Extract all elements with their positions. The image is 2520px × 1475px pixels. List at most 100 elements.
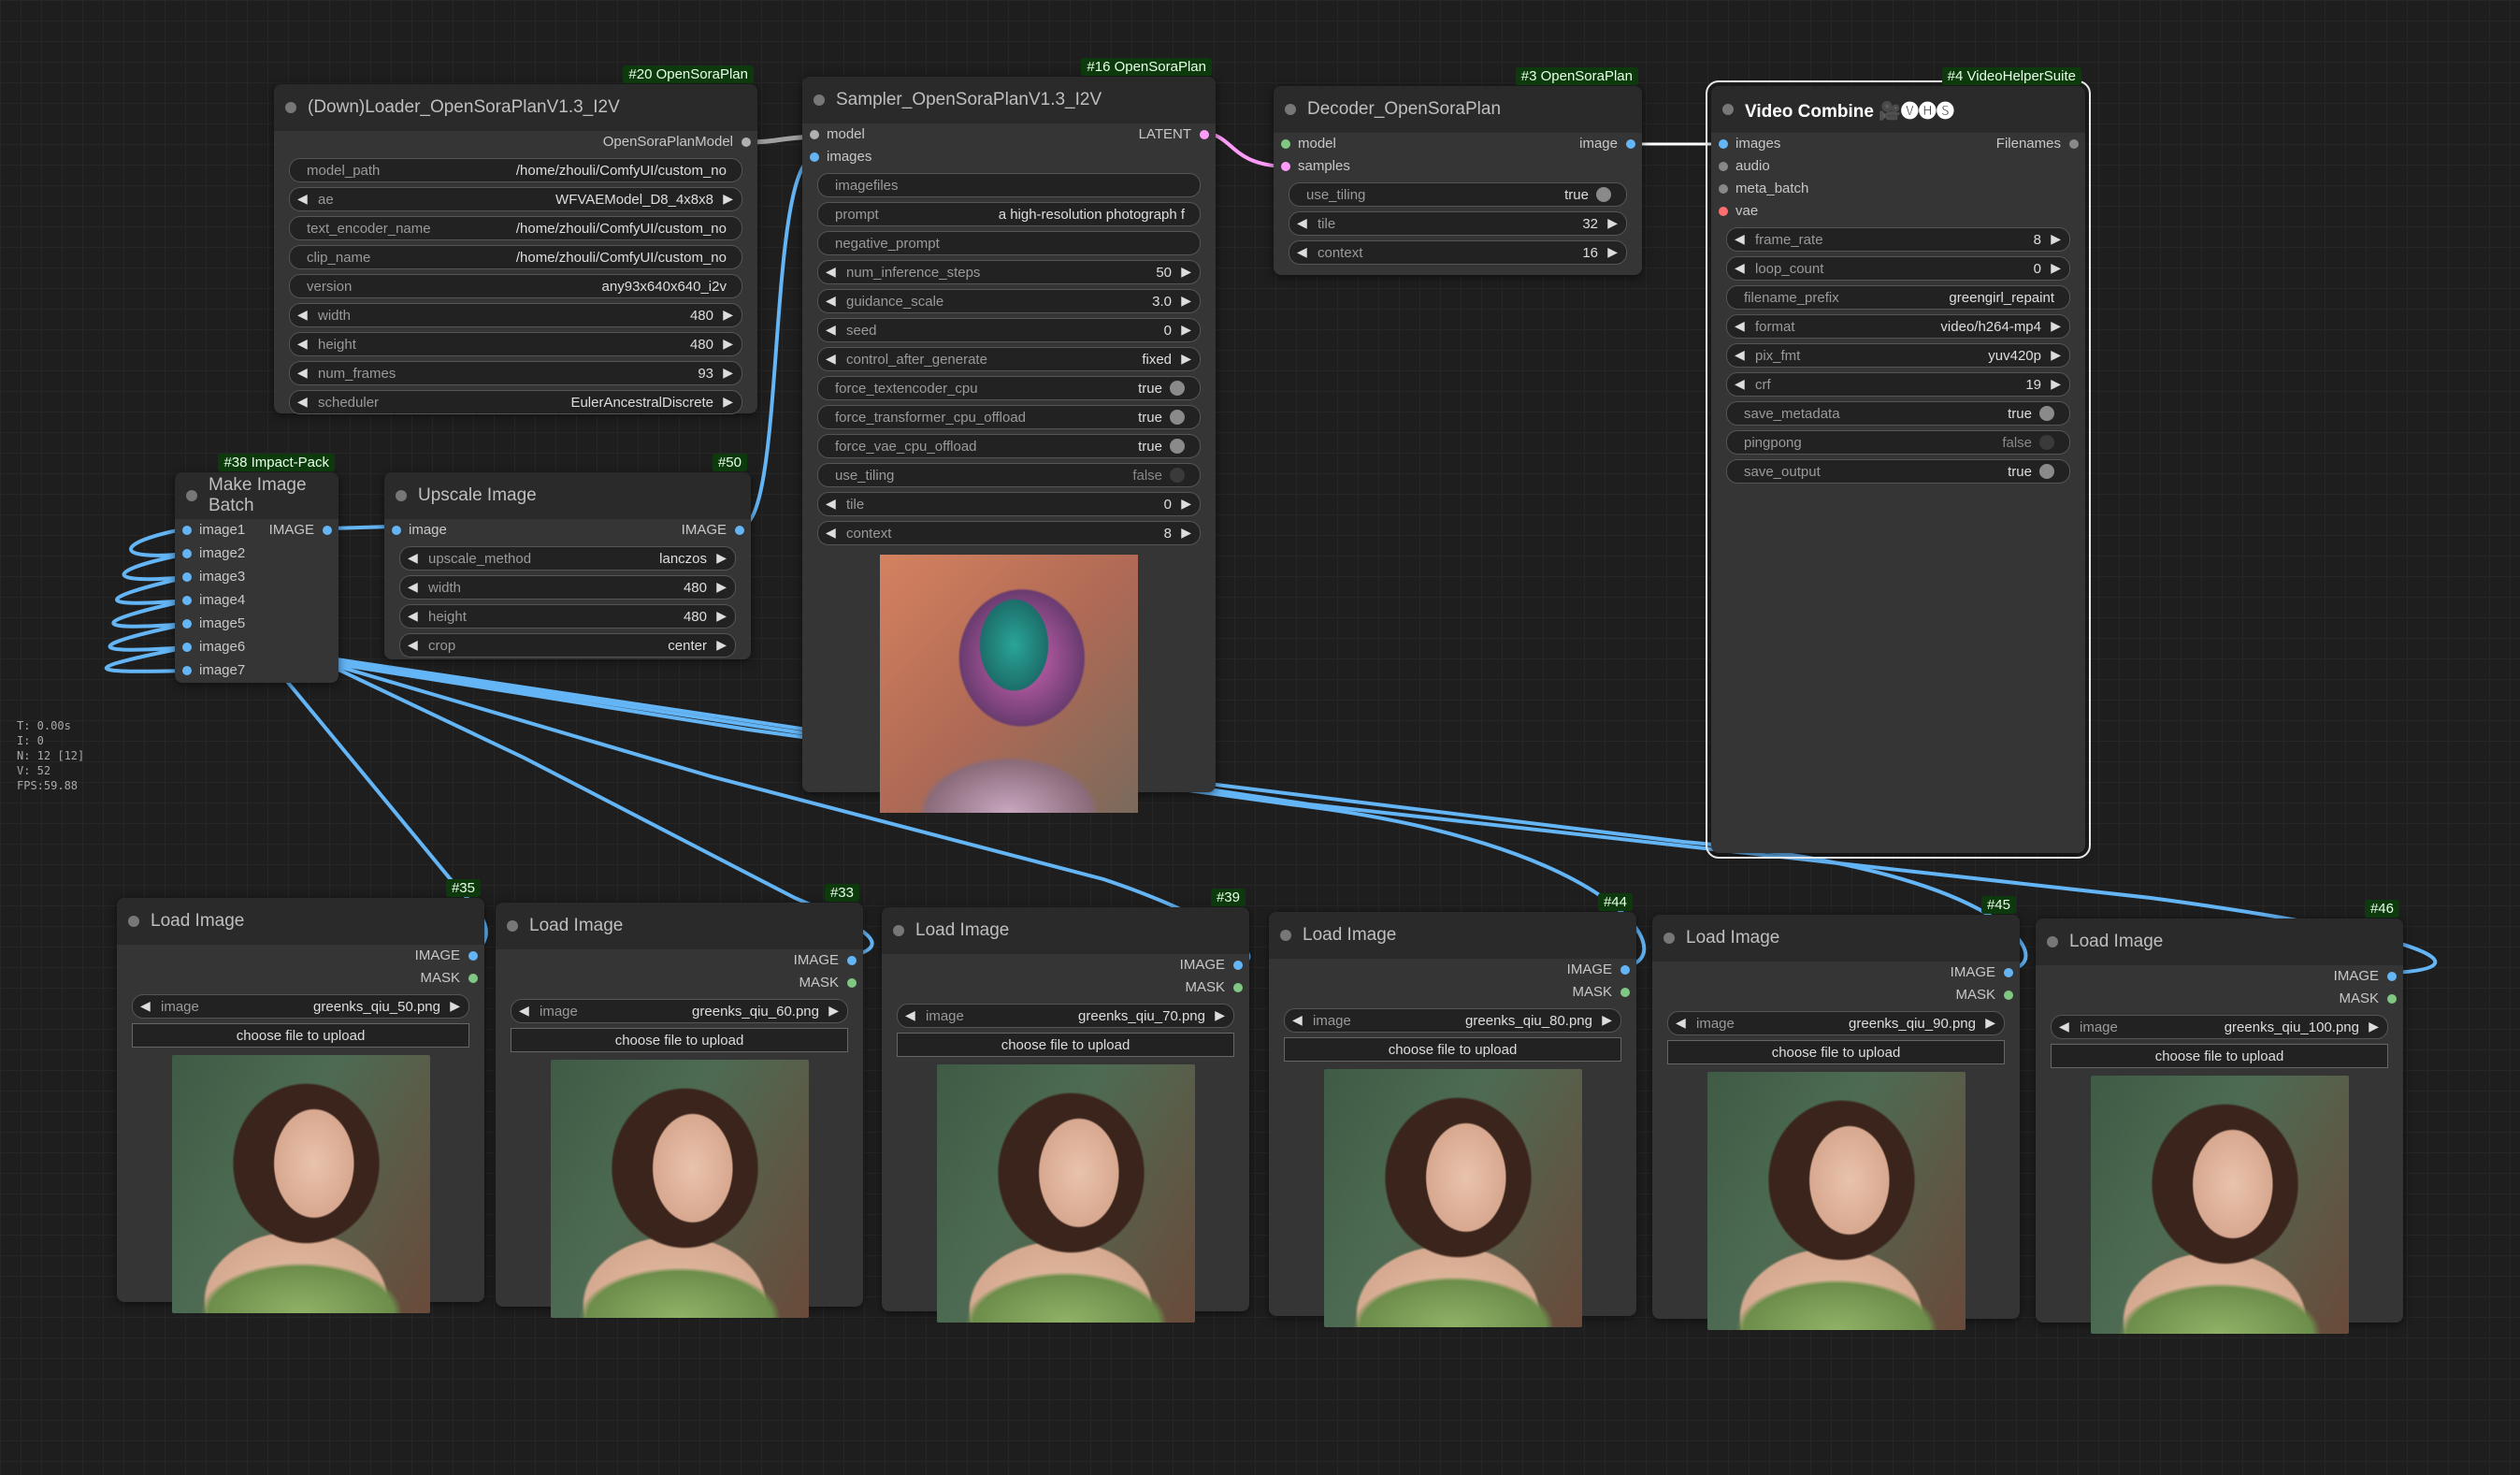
left-arrow-icon[interactable]: ◀ <box>1676 1015 1686 1031</box>
left-arrow-icon[interactable]: ◀ <box>408 579 418 595</box>
left-arrow-icon[interactable]: ◀ <box>1735 347 1745 363</box>
widget-tile[interactable]: ◀ tile 0 ▶ <box>817 492 1201 516</box>
upload-button[interactable]: choose file to upload <box>132 1023 469 1048</box>
widget-frame-rate[interactable]: ◀ frame_rate 8 ▶ <box>1726 227 2070 252</box>
right-arrow-icon[interactable]: ▶ <box>1607 244 1618 260</box>
left-arrow-icon[interactable]: ◀ <box>1735 231 1745 247</box>
widget-image-select[interactable]: ◀ image greenks_qiu_70.png ▶ <box>897 1004 1234 1028</box>
right-arrow-icon[interactable]: ▶ <box>723 191 733 207</box>
left-arrow-icon[interactable]: ◀ <box>826 496 836 512</box>
collapse-dot-icon[interactable] <box>893 925 904 936</box>
right-arrow-icon[interactable]: ▶ <box>450 998 460 1014</box>
right-arrow-icon[interactable]: ▶ <box>2051 376 2061 392</box>
output-pin-image[interactable] <box>1233 961 1243 970</box>
load-image-node-44[interactable]: #44 Load Image IMAGE MASK ◀ image greenks_… <box>1269 893 1636 1327</box>
input-pin-image3[interactable] <box>182 572 192 582</box>
output-pin-image[interactable] <box>468 951 478 961</box>
output-pin-latent[interactable] <box>1200 130 1209 139</box>
load-image-node-46[interactable]: #46 Load Image IMAGE MASK ◀ image greenks_… <box>2036 900 2403 1334</box>
output-pin-mask[interactable] <box>1620 988 1630 997</box>
output-pin-image[interactable] <box>323 526 332 535</box>
right-arrow-icon[interactable]: ▶ <box>1985 1015 1995 1031</box>
input-pin-image7[interactable] <box>182 666 192 675</box>
right-arrow-icon[interactable]: ▶ <box>2369 1019 2379 1034</box>
widget-height[interactable]: ◀ height 480 ▶ <box>289 332 742 356</box>
right-arrow-icon[interactable]: ▶ <box>723 307 733 323</box>
widget-use-tiling[interactable]: use_tiling false <box>817 463 1201 487</box>
loader-node[interactable]: #20 OpenSoraPlan (Down)Loader_OpenSoraPl… <box>274 65 757 414</box>
left-arrow-icon[interactable]: ◀ <box>408 637 418 653</box>
widget-image-select[interactable]: ◀ image greenks_qiu_90.png ▶ <box>1667 1011 2005 1035</box>
toggle-off-icon[interactable] <box>2039 435 2054 450</box>
left-arrow-icon[interactable]: ◀ <box>826 525 836 541</box>
widget-pingpong[interactable]: pingpong false <box>1726 430 2070 455</box>
node-header[interactable]: Load Image <box>496 903 863 949</box>
collapse-dot-icon[interactable] <box>128 916 139 927</box>
load-image-node-33[interactable]: #33 Load Image IMAGE MASK ◀ image greenks_… <box>496 884 863 1318</box>
widget-image-select[interactable]: ◀ image greenks_qiu_60.png ▶ <box>511 999 848 1023</box>
right-arrow-icon[interactable]: ▶ <box>828 1003 839 1019</box>
widget-save-output[interactable]: save_output true <box>1726 459 2070 484</box>
widget-seed[interactable]: ◀ seed 0 ▶ <box>817 318 1201 342</box>
widget-use-tiling[interactable]: use_tiling true <box>1289 182 1627 207</box>
left-arrow-icon[interactable]: ◀ <box>826 351 836 367</box>
right-arrow-icon[interactable]: ▶ <box>1215 1007 1225 1023</box>
input-pin-image6[interactable] <box>182 643 192 652</box>
left-arrow-icon[interactable]: ◀ <box>408 608 418 624</box>
output-pin-image[interactable] <box>1626 139 1635 149</box>
toggle-off-icon[interactable] <box>1170 468 1185 483</box>
load-image-node-35[interactable]: #35 Load Image IMAGE MASK ◀ image greenks_… <box>117 879 484 1313</box>
input-pin-model[interactable] <box>810 130 819 139</box>
output-pin-image[interactable] <box>2387 972 2397 981</box>
collapse-dot-icon[interactable] <box>396 490 407 501</box>
upload-button[interactable]: choose file to upload <box>2051 1044 2388 1068</box>
collapse-dot-icon[interactable] <box>1280 930 1291 941</box>
node-header[interactable]: Video Combine 🎥🅥🅗🅢 <box>1711 86 2085 133</box>
right-arrow-icon[interactable]: ▶ <box>716 637 727 653</box>
widget-format[interactable]: ◀ format video/h264-mp4 ▶ <box>1726 314 2070 339</box>
right-arrow-icon[interactable]: ▶ <box>1607 215 1618 231</box>
left-arrow-icon[interactable]: ◀ <box>519 1003 529 1019</box>
widget-image-select[interactable]: ◀ image greenks_qiu_50.png ▶ <box>132 994 469 1019</box>
collapse-dot-icon[interactable] <box>186 490 197 501</box>
input-pin-image1[interactable] <box>182 526 192 535</box>
output-pin-mask[interactable] <box>2004 991 2013 1000</box>
widget-force-vae-cpu-offload[interactable]: force_vae_cpu_offload true <box>817 434 1201 458</box>
left-arrow-icon[interactable]: ◀ <box>1735 260 1745 276</box>
left-arrow-icon[interactable]: ◀ <box>1292 1012 1303 1028</box>
output-pin-image[interactable] <box>847 956 857 965</box>
widget-text-encoder-name[interactable]: text_encoder_name/home/zhouli/ComfyUI/cu… <box>289 216 742 240</box>
node-header[interactable]: Upscale Image <box>384 472 751 519</box>
collapse-dot-icon[interactable] <box>814 94 825 106</box>
node-header[interactable]: Load Image <box>117 898 484 945</box>
right-arrow-icon[interactable]: ▶ <box>716 550 727 566</box>
widget-num-inference-steps[interactable]: ◀ num_inference_steps 50 ▶ <box>817 260 1201 284</box>
load-image-node-39[interactable]: #39 Load Image IMAGE MASK ◀ image greenks_… <box>882 889 1249 1323</box>
left-arrow-icon[interactable]: ◀ <box>826 322 836 338</box>
video-combine-node[interactable]: #4 VideoHelperSuite Video Combine 🎥🅥🅗🅢 i… <box>1706 67 2091 859</box>
left-arrow-icon[interactable]: ◀ <box>1735 318 1745 334</box>
input-pin-model[interactable] <box>1281 139 1290 149</box>
upscale-image-node[interactable]: #50 Upscale Image image IMAGE ◀ upscale_me… <box>384 454 751 659</box>
widget-imagefiles[interactable]: imagefiles <box>817 173 1201 197</box>
widget-width[interactable]: ◀ width 480 ▶ <box>289 303 742 327</box>
left-arrow-icon[interactable]: ◀ <box>297 336 308 352</box>
left-arrow-icon[interactable]: ◀ <box>826 264 836 280</box>
left-arrow-icon[interactable]: ◀ <box>408 550 418 566</box>
right-arrow-icon[interactable]: ▶ <box>723 394 733 410</box>
widget-negative-prompt[interactable]: negative_prompt <box>817 231 1201 255</box>
collapse-dot-icon[interactable] <box>1722 104 1734 115</box>
toggle-on-icon[interactable] <box>1170 381 1185 396</box>
widget-prompt[interactable]: prompt a high-resolution photograph f <box>817 202 1201 226</box>
left-arrow-icon[interactable]: ◀ <box>1297 215 1307 231</box>
node-header[interactable]: Make Image Batch <box>175 472 338 519</box>
widget-force-transformer-cpu-offload[interactable]: force_transformer_cpu_offload true <box>817 405 1201 429</box>
input-pin-image[interactable] <box>392 526 401 535</box>
widget-context[interactable]: ◀ context 8 ▶ <box>817 521 1201 545</box>
output-pin-image[interactable] <box>1620 965 1630 975</box>
widget-filename-prefix[interactable]: filename_prefix greengirl_repaint <box>1726 285 2070 310</box>
make-image-batch-node[interactable]: #38 Impact-Pack Make Image Batch image1 I… <box>175 454 338 683</box>
input-pin-samples[interactable] <box>1281 162 1290 171</box>
widget-height[interactable]: ◀ height 480 ▶ <box>399 604 736 629</box>
node-header[interactable]: Load Image <box>882 907 1249 954</box>
